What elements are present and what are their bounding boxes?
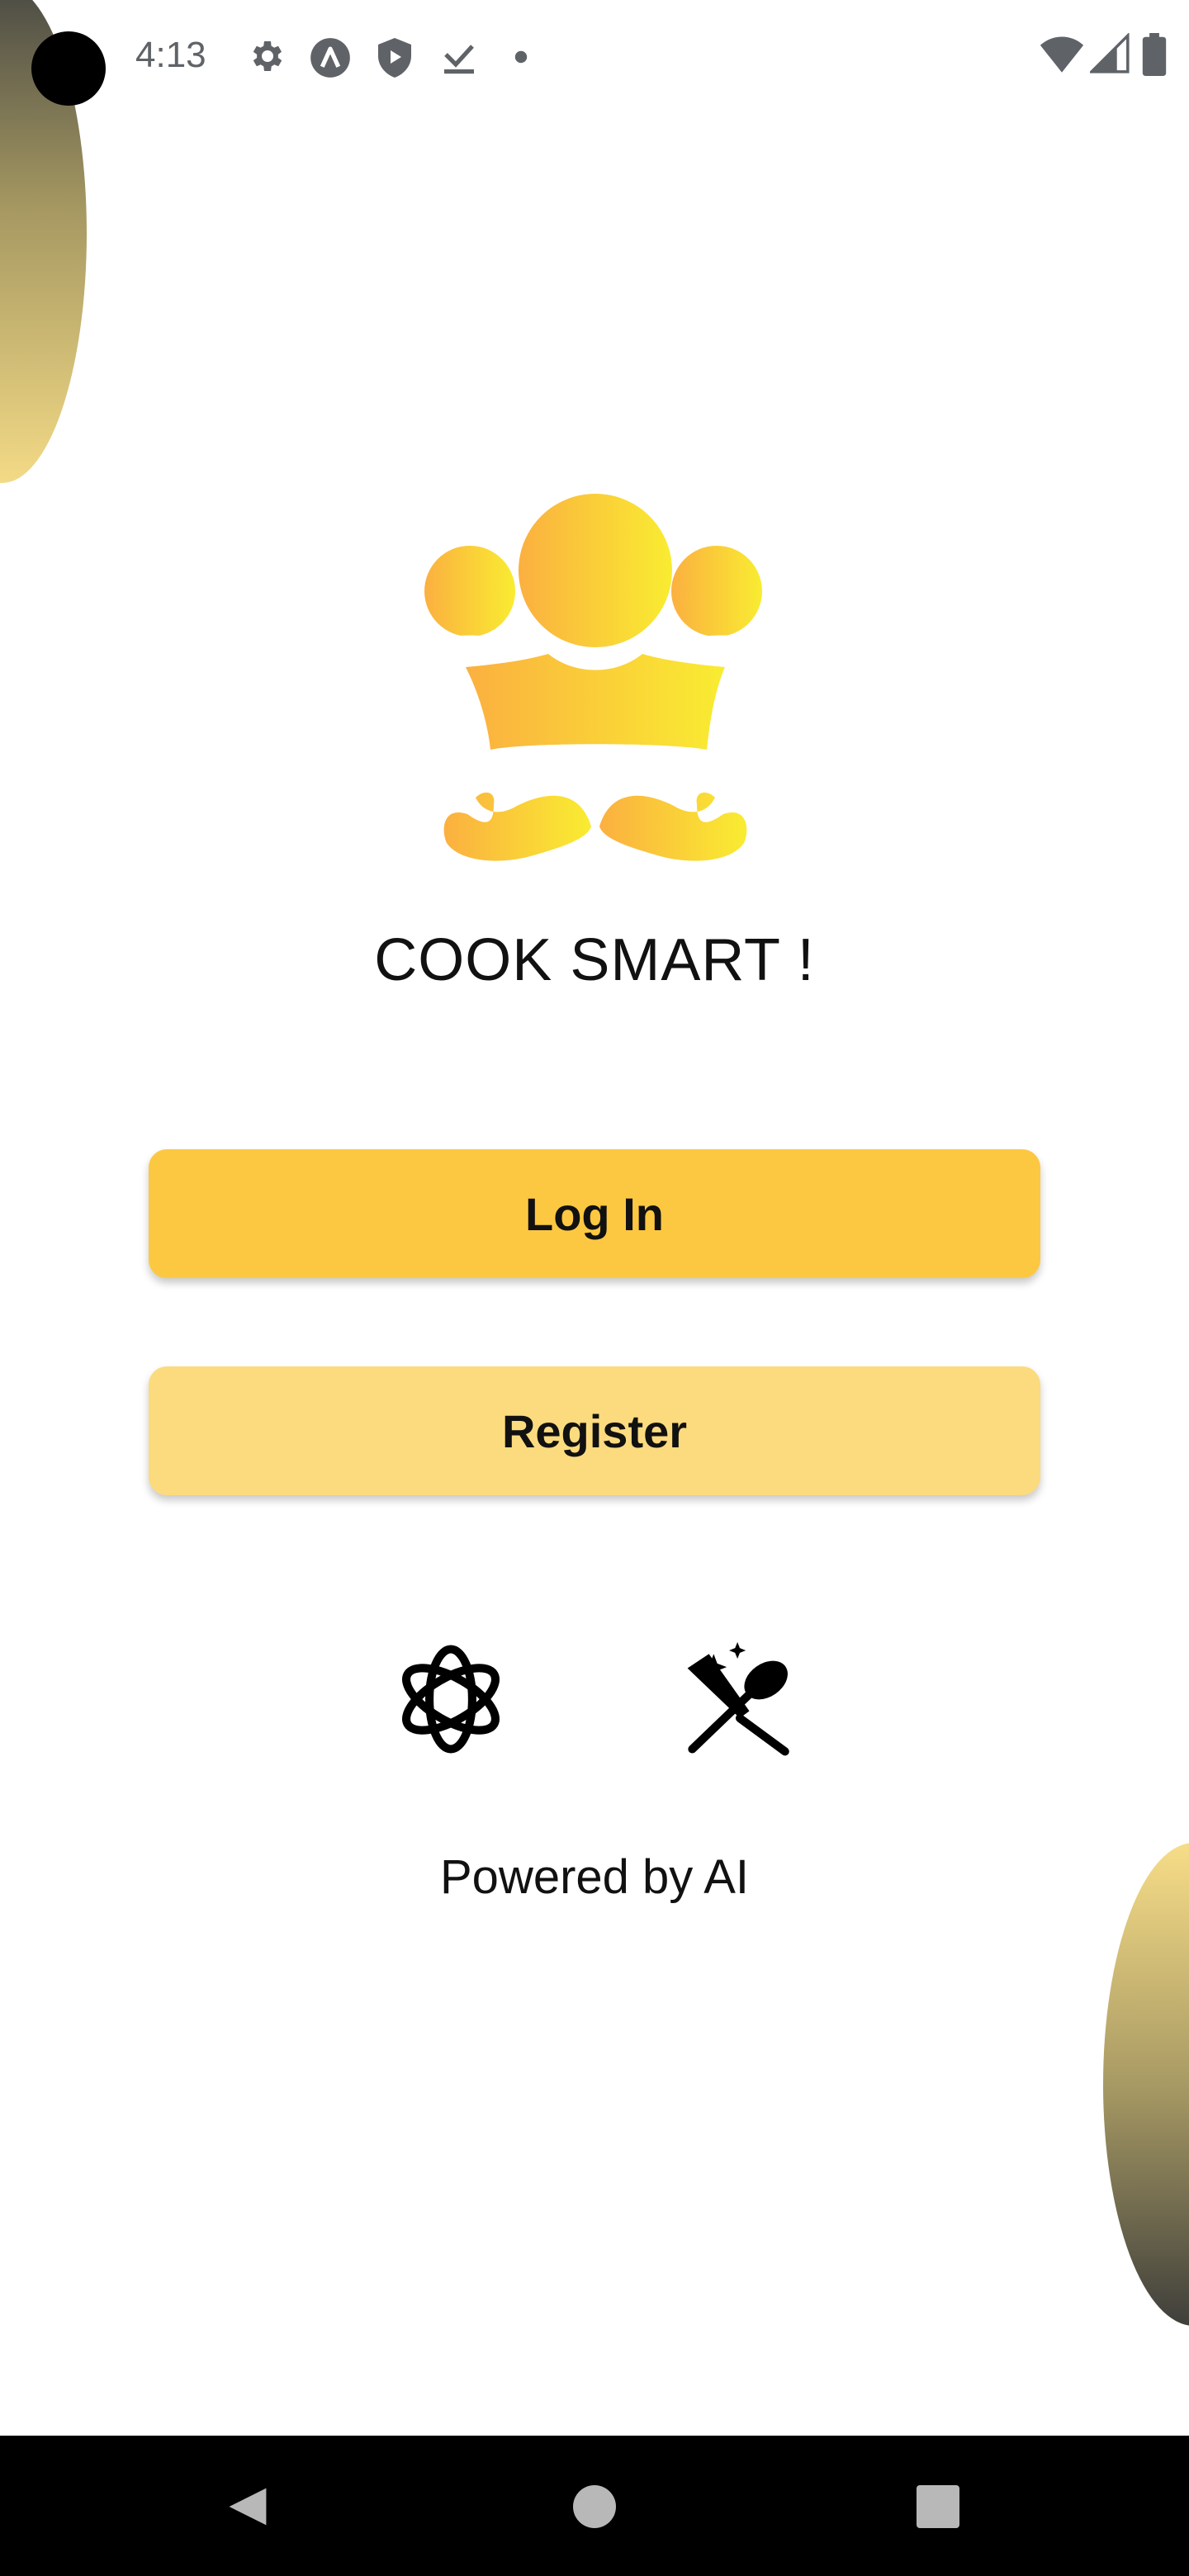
back-icon[interactable] bbox=[225, 2484, 271, 2530]
status-bar: 4:13 bbox=[0, 0, 1189, 116]
battery-icon bbox=[1142, 33, 1167, 76]
download-done-icon bbox=[444, 45, 474, 74]
powered-by-ai-text: Powered by AI bbox=[440, 1850, 749, 1904]
register-button[interactable]: Register bbox=[149, 1366, 1040, 1495]
openai-icon bbox=[402, 1645, 500, 1754]
system-nav-bar bbox=[0, 2436, 1189, 2576]
shield-play-icon bbox=[378, 38, 411, 78]
signal-icon bbox=[1090, 33, 1130, 73]
app-screen: 4:13 COOK SMART ! Log In Register Powere… bbox=[0, 0, 1189, 2576]
gear-icon bbox=[253, 41, 282, 71]
utensils-sparkle-icon bbox=[687, 1641, 789, 1756]
status-time: 4:13 bbox=[135, 35, 206, 75]
camera-cutout bbox=[31, 31, 106, 106]
decorative-blob-bottom bbox=[1103, 1843, 1189, 2326]
app-title: COOK SMART ! bbox=[374, 927, 815, 993]
wifi-icon bbox=[1040, 36, 1084, 73]
login-button[interactable]: Log In bbox=[149, 1149, 1040, 1278]
chef-hat-mustache-logo bbox=[424, 494, 762, 861]
app-a-icon bbox=[310, 38, 350, 78]
dot-icon bbox=[514, 50, 528, 64]
recents-icon[interactable] bbox=[917, 2485, 959, 2528]
home-icon[interactable] bbox=[573, 2485, 616, 2528]
